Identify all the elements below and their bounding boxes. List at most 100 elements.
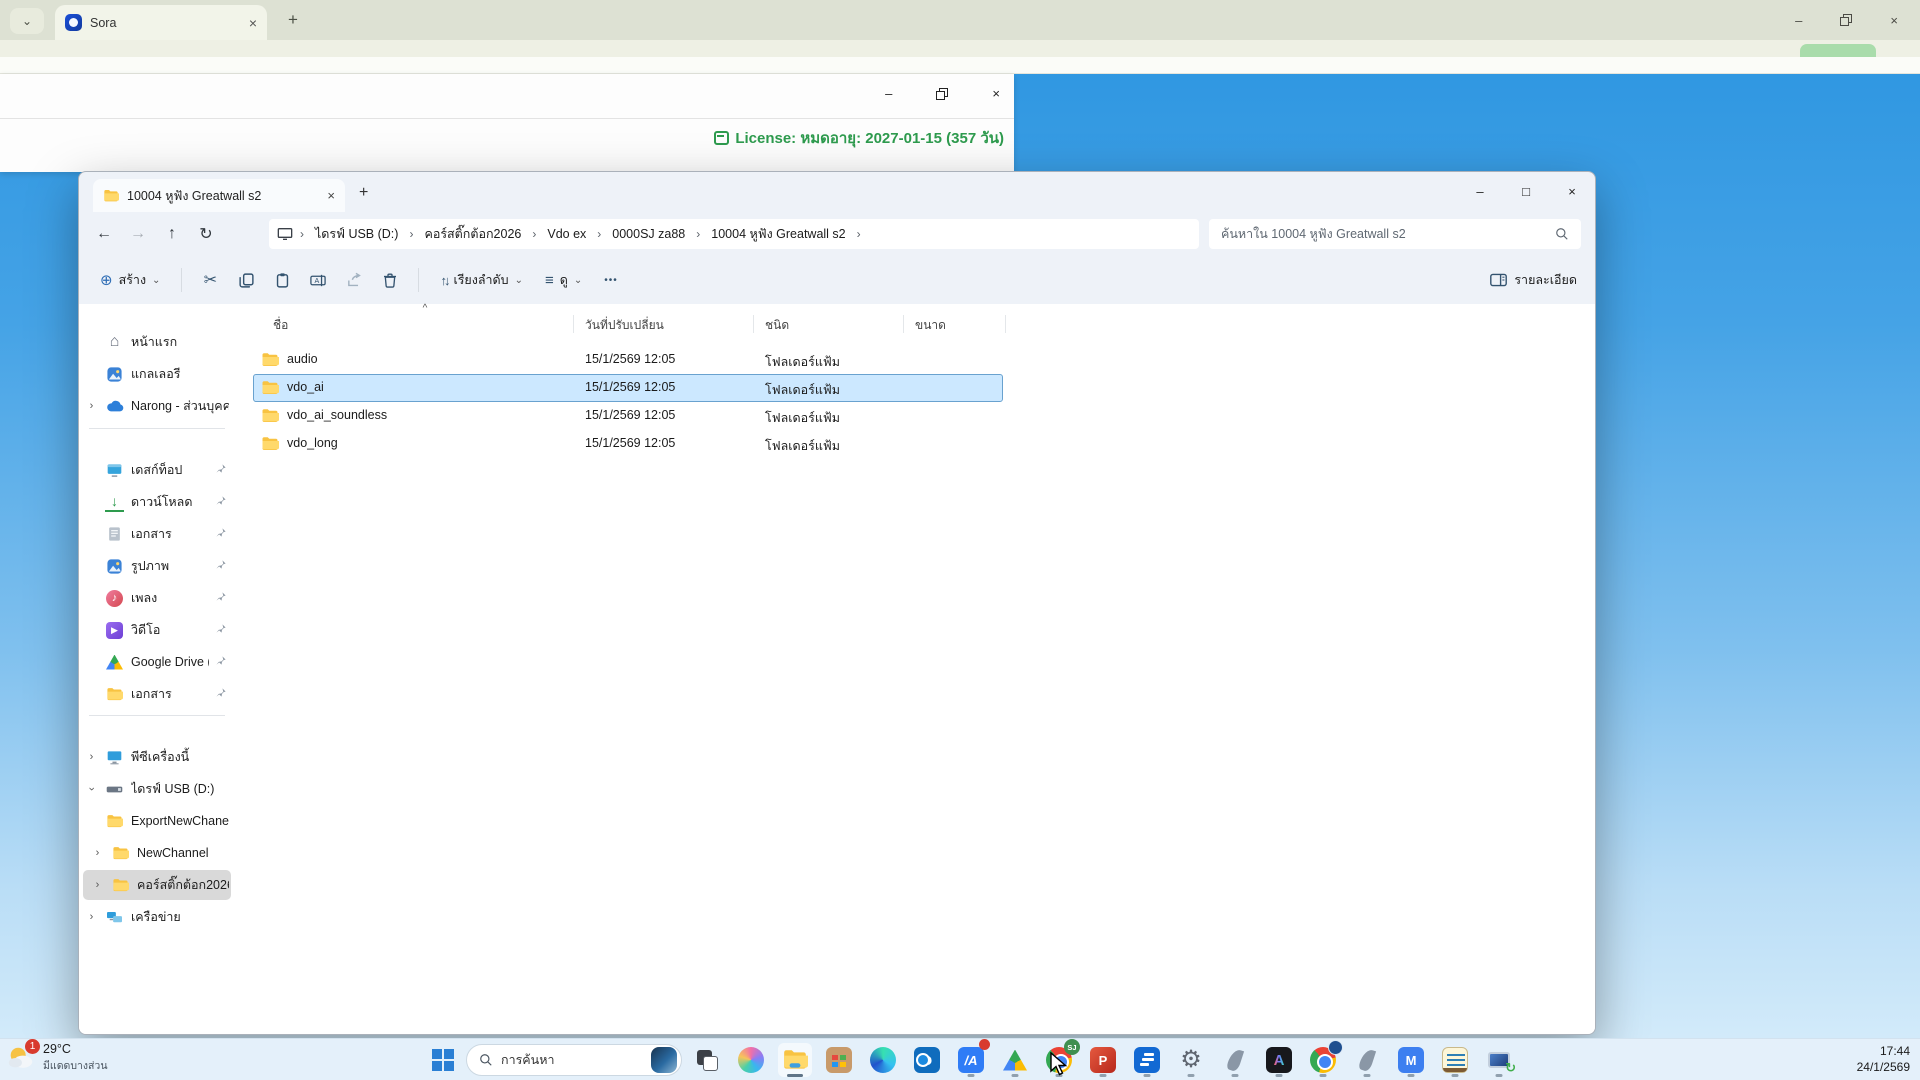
copy-button[interactable] <box>230 265 262 295</box>
sidebar-item-videos[interactable]: ▶ วิดีโอ <box>83 615 231 645</box>
chevron-collapse-icon[interactable]: › <box>86 783 98 796</box>
column-resize-handle[interactable] <box>573 315 574 333</box>
chevron-expand-icon[interactable]: › <box>91 847 104 859</box>
rename-button[interactable]: A <box>302 265 334 295</box>
license-minimize-button[interactable]: – <box>885 86 892 101</box>
column-resize-handle[interactable] <box>903 315 904 333</box>
sidebar-item-label: Google Drive (G:) <box>131 655 209 669</box>
browser-minimize-button[interactable]: – <box>1795 13 1802 28</box>
up-button[interactable]: ↑ <box>155 219 189 249</box>
column-header-date-modified[interactable]: วันที่ปรับเปลี่ยน <box>585 316 664 335</box>
copilot-icon[interactable] <box>734 1043 768 1077</box>
sort-button[interactable]: ↑↓ เรียงลำดับ ⌄ <box>431 264 532 296</box>
paste-button[interactable] <box>266 265 298 295</box>
remote-desktop-icon[interactable]: ↻ <box>1482 1043 1516 1077</box>
column-header-type[interactable]: ชนิด <box>765 316 789 335</box>
sidebar-item-music[interactable]: ♪ เพลง <box>83 583 231 613</box>
license-close-button[interactable]: × <box>992 86 1000 101</box>
column-resize-handle[interactable] <box>753 315 754 333</box>
chrome-globe-icon[interactable] <box>1306 1043 1340 1077</box>
browser-restore-button[interactable] <box>1840 14 1852 26</box>
sidebar-item-usb-drive-d[interactable]: › ไดรฟ์ USB (D:) <box>83 774 231 804</box>
explorer-tab-close-icon[interactable]: × <box>327 188 335 203</box>
sidebar-item-gallery[interactable]: แกลเลอรี <box>83 359 231 389</box>
quill-app-2-icon[interactable] <box>1350 1043 1384 1077</box>
explorer-minimize-button[interactable]: – <box>1457 172 1503 210</box>
share-button[interactable] <box>338 265 370 295</box>
file-explorer-icon[interactable] <box>778 1043 812 1077</box>
search-box[interactable]: ค้นหาใน 10004 หูฟัง Greatwall s2 <box>1209 219 1581 249</box>
sidebar-item-onedrive[interactable]: › Narong - ส่วนบุคคล <box>83 391 231 421</box>
column-header-name[interactable]: ชื่อ <box>273 316 288 335</box>
refresh-button[interactable]: ↻ <box>189 219 223 249</box>
license-restore-button[interactable] <box>936 88 948 100</box>
file-row-audio[interactable]: audio 15/1/2569 12:05 โฟลเดอร์แฟ้ม <box>233 346 1433 374</box>
tiles-app-icon[interactable] <box>1130 1043 1164 1077</box>
sidebar-item-pictures[interactable]: รูปภาพ <box>83 551 231 581</box>
back-button[interactable]: ← <box>87 219 121 249</box>
column-header-size[interactable]: ขนาด <box>915 316 946 335</box>
chevron-expand-icon[interactable]: › <box>85 400 98 412</box>
search-icon <box>1555 227 1569 241</box>
sidebar-item-this-pc[interactable]: › พีซีเครื่องนี้ <box>83 742 231 772</box>
start-button[interactable] <box>432 1049 454 1071</box>
sidebar-item-newchannel[interactable]: › NewChannel <box>83 838 231 868</box>
chevron-expand-icon[interactable]: › <box>91 879 104 891</box>
explorer-close-button[interactable]: × <box>1549 172 1595 210</box>
notification-dot <box>979 1039 990 1050</box>
ia-app-icon[interactable]: /A <box>954 1043 988 1077</box>
quill-app-icon[interactable] <box>1218 1043 1252 1077</box>
task-view-button[interactable] <box>690 1043 724 1077</box>
browser-green-button[interactable] <box>1800 44 1876 57</box>
browser-tab-sora[interactable]: Sora × <box>55 5 267 40</box>
edge-icon[interactable] <box>866 1043 900 1077</box>
breadcrumb-item-drive-d[interactable]: ไดรฟ์ USB (D:) <box>311 222 402 246</box>
chevron-expand-icon[interactable]: › <box>85 751 98 763</box>
taskbar-search-box[interactable]: การค้นหา <box>466 1044 682 1076</box>
sidebar-item-exportnewchanel[interactable]: ExportNewChanel <box>83 806 231 836</box>
sidebar-item-google-drive[interactable]: Google Drive (G:) <box>83 647 231 677</box>
file-row-vdo-long[interactable]: vdo_long 15/1/2569 12:05 โฟลเดอร์แฟ้ม <box>233 430 1433 458</box>
more-options-button[interactable]: ••• <box>595 269 627 292</box>
details-pane-button[interactable]: รายละเอียด <box>1490 256 1577 304</box>
notepad-icon[interactable] <box>1438 1043 1472 1077</box>
browser-new-tab-button[interactable]: + <box>288 10 298 30</box>
microsoft-store-icon[interactable] <box>822 1043 856 1077</box>
explorer-new-tab-button[interactable]: + <box>359 184 368 202</box>
chevron-expand-icon[interactable]: › <box>85 911 98 923</box>
powerpoint-icon[interactable]: P <box>1086 1043 1120 1077</box>
mountain-app-icon[interactable]: M <box>1394 1043 1428 1077</box>
breadcrumb-item-course2026[interactable]: คอร์สติ๊กต้อก2026 <box>420 222 525 246</box>
sidebar-item-documents[interactable]: เอกสาร <box>83 519 231 549</box>
file-row-vdo-ai-selected[interactable]: vdo_ai 15/1/2569 12:05 โฟลเดอร์แฟ้ม <box>233 374 1433 402</box>
sidebar-item-documents-folder[interactable]: เอกสาร <box>83 679 231 709</box>
tab-search-button[interactable]: ⌄ <box>10 8 44 34</box>
explorer-tab[interactable]: 10004 หูฟัง Greatwall s2 × <box>93 179 345 212</box>
outlook-icon[interactable]: O <box>910 1043 944 1077</box>
folder-icon <box>103 188 119 204</box>
delete-button[interactable] <box>374 265 406 295</box>
tab-close-icon[interactable]: × <box>249 15 257 31</box>
forward-button[interactable]: → <box>121 219 155 249</box>
column-resize-handle[interactable] <box>1005 315 1006 333</box>
view-button[interactable]: ≡ ดู ⌄ <box>536 264 591 296</box>
breadcrumb[interactable]: › ไดรฟ์ USB (D:) › คอร์สติ๊กต้อก2026 › V… <box>269 219 1199 249</box>
dark-a-app-icon[interactable]: A <box>1262 1043 1296 1077</box>
sidebar-item-desktop[interactable]: เดสก์ท็อป <box>83 455 231 485</box>
weather-widget[interactable]: 1 29°C มีแดดบางส่วน <box>6 1042 108 1074</box>
new-button[interactable]: ⊕ สร้าง ⌄ <box>91 264 169 296</box>
google-drive-icon[interactable] <box>998 1043 1032 1077</box>
sidebar-item-home[interactable]: ⌂ หน้าแรก <box>83 327 231 357</box>
sidebar-item-downloads[interactable]: ↓ ดาวน์โหลด <box>83 487 231 517</box>
sidebar-item-course2026[interactable]: › คอร์สติ๊กต้อก2026 <box>83 870 231 900</box>
breadcrumb-item-current-folder[interactable]: 10004 หูฟัง Greatwall s2 <box>707 222 849 246</box>
cut-button[interactable]: ✂ <box>194 265 226 295</box>
breadcrumb-item-0000sj-za88[interactable]: 0000SJ za88 <box>608 225 689 243</box>
settings-gear-icon[interactable]: ⚙ <box>1174 1043 1208 1077</box>
breadcrumb-item-vdo-ex[interactable]: Vdo ex <box>543 225 590 243</box>
taskbar-clock[interactable]: 17:44 24/1/2569 <box>1857 1044 1910 1075</box>
browser-close-button[interactable]: × <box>1890 13 1898 28</box>
explorer-maximize-button[interactable]: □ <box>1503 172 1549 210</box>
sidebar-item-network[interactable]: › เครือข่าย <box>83 902 231 932</box>
file-row-vdo-ai-soundless[interactable]: vdo_ai_soundless 15/1/2569 12:05 โฟลเดอร… <box>233 402 1433 430</box>
